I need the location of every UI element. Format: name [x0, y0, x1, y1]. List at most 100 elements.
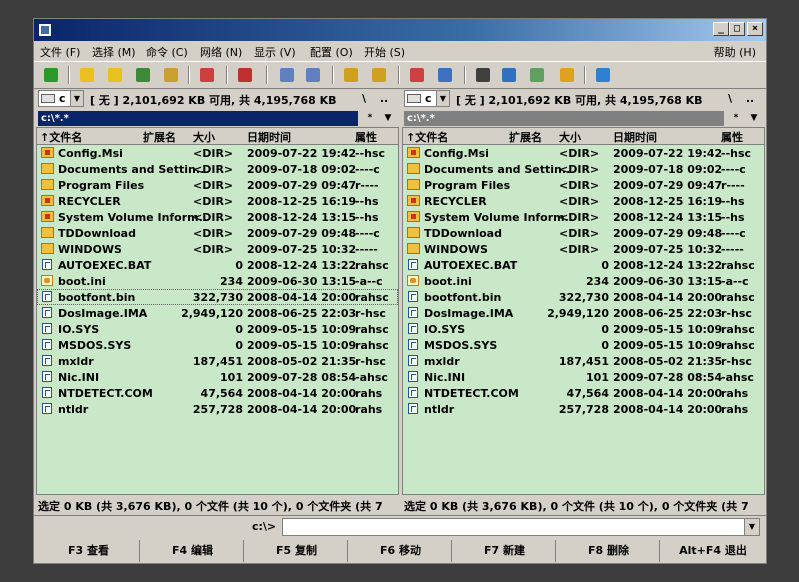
back-button[interactable]	[278, 66, 296, 84]
left-path-filter-button[interactable]: *	[362, 111, 378, 126]
file-row[interactable]: Config.Msi <DIR> 2009-07-22 19:42 --hsc	[403, 145, 764, 161]
file-size: 101	[586, 371, 609, 384]
column-date[interactable]: 日期时间	[247, 129, 291, 145]
file-row[interactable]: mxldr 187,451 2008-05-02 21:35 r-hsc	[37, 353, 398, 369]
right-root-button[interactable]: \	[722, 90, 738, 107]
menu-item[interactable]: 显示 (V)	[254, 44, 296, 60]
left-path-field[interactable]: c:\*.*	[38, 111, 358, 126]
column-attr[interactable]: 属性	[721, 129, 743, 145]
file-row[interactable]: Documents and Settin.. <DIR> 2009-07-18 09…	[403, 161, 764, 177]
file-row[interactable]: System Volume Inform.. <DIR> 2008-12-24 13…	[403, 209, 764, 225]
column-attr[interactable]: 属性	[355, 129, 377, 145]
menu-item[interactable]: 命令 (C)	[146, 44, 188, 60]
file-row[interactable]: bootfont.bin 322,730 2008-04-14 20:00 rahsc	[37, 289, 398, 305]
file-row[interactable]: RECYCLER <DIR> 2008-12-25 16:19 --hs	[37, 193, 398, 209]
file-row[interactable]: mxldr 187,451 2008-05-02 21:35 r-hsc	[403, 353, 764, 369]
column-date[interactable]: 日期时间	[613, 129, 657, 145]
file-row[interactable]: IO.SYS 0 2009-05-15 10:09 rahsc	[37, 321, 398, 337]
forward-button[interactable]	[304, 66, 322, 84]
back-icon	[280, 68, 294, 82]
menu-help[interactable]: 帮助 (H)	[714, 44, 756, 60]
left-root-button[interactable]: \	[356, 90, 372, 107]
file-row[interactable]: IO.SYS 0 2009-05-15 10:09 rahsc	[403, 321, 764, 337]
maximize-button[interactable]: □	[729, 22, 745, 36]
thumbnail-button[interactable]	[134, 66, 152, 84]
fkey-button[interactable]: F3 查看	[38, 540, 140, 562]
file-row[interactable]: RECYCLER <DIR> 2008-12-25 16:19 --hs	[403, 193, 764, 209]
right-path-field[interactable]: c:\*.*	[404, 111, 724, 126]
file-row[interactable]: WINDOWS <DIR> 2009-07-25 10:32 -----	[403, 241, 764, 257]
file-row[interactable]: bootfont.bin 322,730 2008-04-14 20:00 rahsc	[403, 289, 764, 305]
fkey-button[interactable]: F5 复制	[246, 540, 348, 562]
invert-selection-button[interactable]	[198, 66, 216, 84]
open-folder-button[interactable]	[594, 66, 612, 84]
right-path-history-dropdown[interactable]: ▼	[746, 111, 762, 126]
app-icon[interactable]	[38, 23, 52, 37]
multi-rename-button[interactable]	[500, 66, 518, 84]
column-size[interactable]: 大小	[559, 129, 581, 145]
notepad-button[interactable]	[558, 66, 576, 84]
minimize-button[interactable]: _	[713, 22, 729, 36]
command-input[interactable]: ▼	[282, 518, 760, 536]
file-row[interactable]: NTDETECT.COM 47,564 2008-04-14 20:00 rahs	[403, 385, 764, 401]
column-ext[interactable]: 扩展名	[509, 129, 542, 145]
close-button[interactable]: ×	[747, 22, 763, 36]
file-row[interactable]: Program Files <DIR> 2009-07-29 09:47 r----	[403, 177, 764, 193]
refresh-button[interactable]	[42, 66, 60, 84]
file-row[interactable]: Program Files <DIR> 2009-07-29 09:47 r----	[37, 177, 398, 193]
column-ext[interactable]: 扩展名	[143, 129, 176, 145]
column-name[interactable]: ↑文件名	[406, 129, 448, 145]
right-file-panel[interactable]: ↑文件名 扩展名 大小 日期时间 属性 Config.Msi <DIR> 2009-07-22…	[402, 127, 765, 495]
left-drive-selector[interactable]: c ▼	[38, 90, 84, 107]
fkey-button[interactable]: F8 删除	[558, 540, 660, 562]
file-row[interactable]: ntldr 257,728 2008-04-14 20:00 rahs	[37, 401, 398, 417]
file-row[interactable]: boot.ini 234 2009-06-30 13:15 -a--c	[403, 273, 764, 289]
brief-view-button[interactable]	[78, 66, 96, 84]
file-row[interactable]: DosImage.IMA 2,949,120 2008-06-25 22:03 r-h…	[403, 305, 764, 321]
file-row[interactable]: DosImage.IMA 2,949,120 2008-06-25 22:03 r-h…	[37, 305, 398, 321]
file-row[interactable]: Nic.INI 101 2009-07-28 08:54 -ahsc	[403, 369, 764, 385]
file-row[interactable]: System Volume Inform.. <DIR> 2008-12-24 13…	[37, 209, 398, 225]
pack-button[interactable]	[342, 66, 360, 84]
file-row[interactable]: WINDOWS <DIR> 2009-07-25 10:32 -----	[37, 241, 398, 257]
column-size[interactable]: 大小	[193, 129, 215, 145]
left-file-panel[interactable]: ↑文件名 扩展名 大小 日期时间 属性 Config.Msi <DIR> 2009-07-22…	[36, 127, 399, 495]
file-row[interactable]: TDDownload <DIR> 2009-07-29 09:48 ----c	[403, 225, 764, 241]
tree-view-button[interactable]	[162, 66, 180, 84]
file-row[interactable]: AUTOEXEC.BAT 0 2008-12-24 13:22 rahsc	[37, 257, 398, 273]
unpack-archive-button[interactable]	[370, 66, 388, 84]
fkey-button[interactable]: F4 编辑	[142, 540, 244, 562]
ftp-disconnect-button[interactable]	[436, 66, 454, 84]
left-path-history-dropdown[interactable]: ▼	[380, 111, 396, 126]
title-bar[interactable]: _ □ ×	[34, 19, 766, 41]
ftp-connect-button[interactable]	[408, 66, 426, 84]
right-drive-selector[interactable]: c ▼	[404, 90, 450, 107]
command-history-dropdown[interactable]: ▼	[744, 519, 759, 535]
file-row[interactable]: MSDOS.SYS 0 2009-05-15 10:09 rahsc	[37, 337, 398, 353]
right-up-button[interactable]: ..	[742, 90, 758, 107]
file-row[interactable]: Config.Msi <DIR> 2009-07-22 19:42 --hsc	[37, 145, 398, 161]
unpack-button[interactable]	[236, 66, 254, 84]
file-row[interactable]: ntldr 257,728 2008-04-14 20:00 rahs	[403, 401, 764, 417]
file-row[interactable]: boot.ini 234 2009-06-30 13:15 -a--c	[37, 273, 398, 289]
fkey-button[interactable]: F6 移动	[350, 540, 452, 562]
fkey-button[interactable]: F7 新建	[454, 540, 556, 562]
sync-dirs-button[interactable]	[528, 66, 546, 84]
menu-item[interactable]: 网络 (N)	[200, 44, 242, 60]
search-button[interactable]	[474, 66, 492, 84]
menu-item[interactable]: 开始 (S)	[364, 44, 405, 60]
file-row[interactable]: NTDETECT.COM 47,564 2008-04-14 20:00 rahs	[37, 385, 398, 401]
file-row[interactable]: MSDOS.SYS 0 2009-05-15 10:09 rahsc	[403, 337, 764, 353]
menu-item[interactable]: 选择 (M)	[92, 44, 136, 60]
full-view-button[interactable]	[106, 66, 124, 84]
right-path-filter-button[interactable]: *	[728, 111, 744, 126]
menu-item[interactable]: 文件 (F)	[40, 44, 80, 60]
menu-item[interactable]: 配置 (O)	[310, 44, 353, 60]
column-name[interactable]: ↑文件名	[40, 129, 82, 145]
left-up-button[interactable]: ..	[376, 90, 392, 107]
file-row[interactable]: Nic.INI 101 2009-07-28 08:54 -ahsc	[37, 369, 398, 385]
fkey-button[interactable]: Alt+F4 退出	[662, 540, 764, 562]
file-row[interactable]: Documents and Settin.. <DIR> 2009-07-18 09…	[37, 161, 398, 177]
file-row[interactable]: TDDownload <DIR> 2009-07-29 09:48 ----c	[37, 225, 398, 241]
file-row[interactable]: AUTOEXEC.BAT 0 2008-12-24 13:22 rahsc	[403, 257, 764, 273]
